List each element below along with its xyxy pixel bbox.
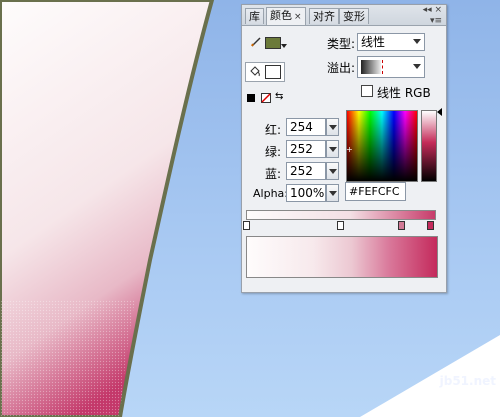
overflow-select[interactable] — [357, 56, 425, 78]
no-color-icon[interactable] — [261, 93, 271, 103]
tab-color[interactable]: 颜色 × — [266, 7, 306, 25]
red-input[interactable]: 254 — [286, 118, 326, 136]
gradient-stop-end[interactable] — [427, 221, 434, 230]
type-label: 类型: — [327, 37, 356, 51]
blue-stepper[interactable] — [326, 162, 339, 180]
default-colors-icon[interactable] — [247, 94, 255, 102]
watermark-name: 脚本之家 — [420, 392, 496, 413]
stroke-color-swatch[interactable] — [265, 37, 281, 49]
panel-tabbar: 库 颜色 × 对齐 变形 ◂◂ × ▾≡ — [242, 5, 446, 26]
tab-align[interactable]: 对齐 — [309, 8, 339, 24]
chevron-down-icon — [413, 64, 421, 69]
fill-color-swatch[interactable] — [265, 65, 281, 79]
red-stepper[interactable] — [326, 118, 339, 136]
fill-type-select[interactable]: 线性 — [357, 33, 425, 51]
blue-label: 蓝: — [265, 167, 282, 181]
lightness-slider[interactable] — [421, 110, 437, 182]
green-stepper[interactable] — [326, 140, 339, 158]
overflow-label: 溢出: — [327, 61, 356, 75]
green-label: 绿: — [265, 145, 282, 159]
chevron-down-icon — [413, 39, 421, 44]
gradient-stop-pink[interactable] — [398, 221, 405, 230]
tab-library[interactable]: 库 — [245, 8, 264, 24]
green-input[interactable]: 252 — [286, 140, 326, 158]
alpha-stepper[interactable] — [326, 184, 339, 202]
alpha-input[interactable]: 100% — [286, 184, 326, 202]
watermark: jb51.net 脚本之家 — [420, 374, 496, 414]
gradient-preview — [246, 236, 438, 278]
panel-window-controls[interactable]: ◂◂ × — [423, 6, 442, 15]
gradient-stop-start[interactable] — [243, 221, 250, 230]
blue-input[interactable]: 252 — [286, 162, 326, 180]
alpha-label: Alpha: — [253, 187, 288, 200]
paint-bucket-icon[interactable] — [249, 65, 261, 77]
tab-transform[interactable]: 变形 — [339, 8, 369, 24]
spectrum-cursor-icon: + — [346, 145, 353, 154]
gradient-bar[interactable] — [246, 210, 436, 220]
color-spectrum[interactable] — [346, 110, 418, 182]
linear-rgb-label: 线性 RGB — [377, 86, 431, 100]
watermark-url: jb51.net — [439, 374, 496, 388]
panel-menu-icon[interactable]: ▾≡ — [430, 16, 442, 26]
hex-input[interactable]: #FEFCFC — [345, 182, 406, 201]
linear-rgb-checkbox[interactable] — [361, 85, 373, 97]
gradient-stop-middle[interactable] — [337, 221, 344, 230]
tab-close-icon[interactable]: × — [294, 12, 302, 22]
swap-colors-icon[interactable]: ⇆ — [275, 91, 283, 102]
stroke-swatch-arrow-icon[interactable] — [281, 44, 287, 48]
overflow-preview-gradient — [361, 60, 381, 74]
pencil-icon[interactable] — [250, 36, 262, 48]
lightness-pointer-icon[interactable] — [437, 108, 442, 116]
red-label: 红: — [265, 123, 282, 137]
